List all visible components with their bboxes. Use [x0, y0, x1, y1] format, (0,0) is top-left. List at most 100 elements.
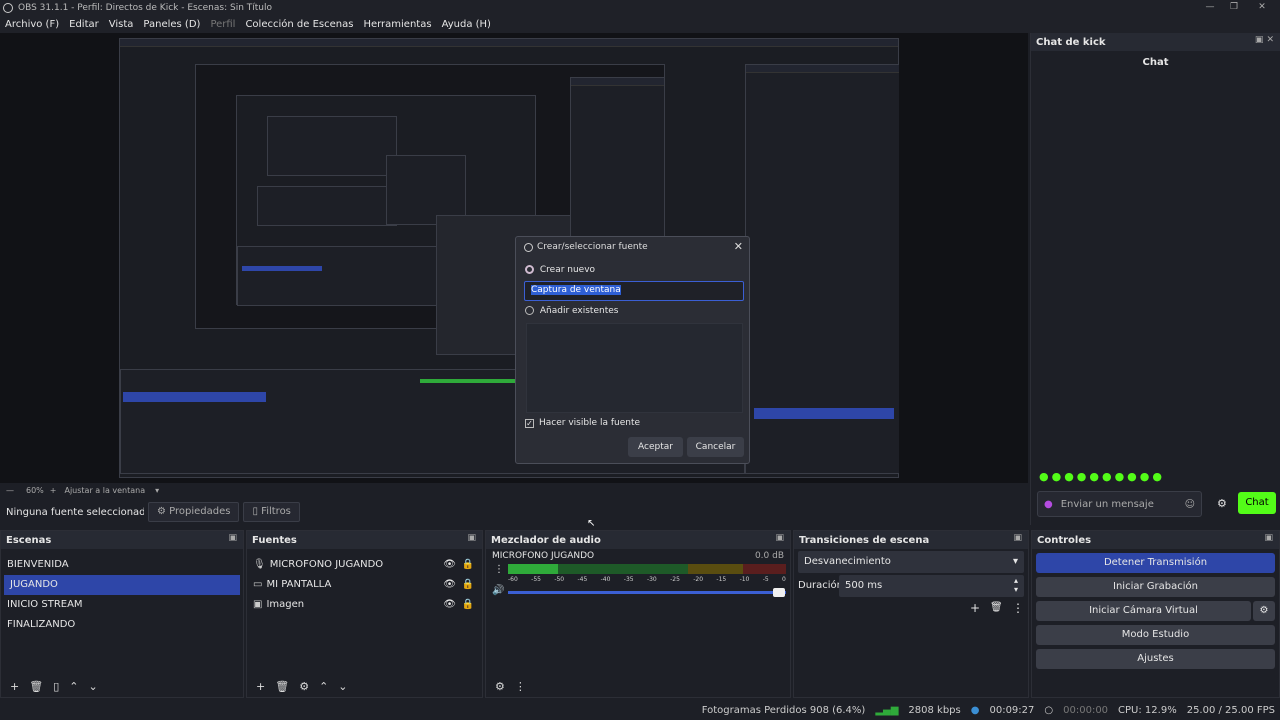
- menu-paneles[interactable]: Paneles (D): [143, 19, 200, 30]
- start-recording-button[interactable]: Iniciar Grabación: [1036, 577, 1275, 597]
- zoom-in-icon[interactable]: +: [50, 486, 57, 495]
- lock-icon[interactable]: 🔒: [462, 575, 474, 595]
- gear-icon[interactable]: ⚙: [299, 680, 309, 693]
- add-icon[interactable]: +: [256, 680, 265, 693]
- menu-perfil[interactable]: Perfil: [210, 19, 235, 30]
- menu-ayuda[interactable]: Ayuda (H): [442, 19, 491, 30]
- properties-bar: Ninguna fuente seleccionada ⚙ Propiedade…: [0, 500, 1028, 524]
- add-icon[interactable]: +: [10, 680, 19, 693]
- mixer-db-value: 0.0 dB: [754, 551, 784, 561]
- emote-icon-row[interactable]: ●●●●●●●●●●: [1039, 470, 1165, 483]
- stop-stream-button[interactable]: Detener Transmisión: [1036, 553, 1275, 573]
- dock-float-icon[interactable]: ▣: [1264, 533, 1273, 543]
- trash-icon[interactable]: 🗑: [275, 680, 289, 693]
- dock-float-icon[interactable]: ▣: [228, 533, 237, 543]
- bitrate: 2808 kbps: [908, 704, 961, 716]
- dialog-close-button[interactable]: ✕: [734, 240, 743, 253]
- menu-archivo[interactable]: Archivo (F): [5, 19, 59, 30]
- meter-tick-label: -35: [623, 576, 634, 583]
- virtual-camera-button[interactable]: Iniciar Cámara Virtual: [1036, 601, 1251, 621]
- dock-float-icon[interactable]: ▣: [467, 533, 476, 543]
- more-options-icon[interactable]: ⋮: [1012, 601, 1024, 615]
- menu-bar: Archivo (F) Editar Vista Paneles (D) Per…: [0, 15, 1280, 33]
- eye-icon[interactable]: 👁: [443, 575, 456, 595]
- checkbox-checked-icon[interactable]: ✓: [525, 418, 534, 428]
- transition-select[interactable]: Desvanecimiento ▾: [798, 551, 1024, 573]
- microphone-icon[interactable]: ●: [1044, 499, 1053, 510]
- speaker-icon[interactable]: 🔊: [492, 585, 504, 596]
- properties-button[interactable]: ⚙ Propiedades: [148, 502, 240, 522]
- mixer-settings-icon[interactable]: ⚙: [495, 680, 505, 693]
- virtual-camera-gear-icon[interactable]: ⚙: [1253, 601, 1275, 621]
- add-existing-option[interactable]: Añadir existentes: [525, 306, 618, 316]
- chat-send-button[interactable]: Chat: [1238, 492, 1276, 514]
- more-options-icon[interactable]: ⋮: [494, 564, 504, 575]
- fit-to-window-select[interactable]: Ajustar a la ventana: [64, 486, 145, 495]
- studio-mode-button[interactable]: Modo Estudio: [1036, 625, 1275, 645]
- filters-button[interactable]: ▯ Filtros: [243, 502, 300, 522]
- volume-slider[interactable]: [508, 591, 786, 594]
- meter-tick-label: -60: [508, 576, 518, 583]
- maximize-button[interactable]: ❐: [1220, 0, 1248, 15]
- meter-tick-label: -5: [762, 576, 769, 583]
- arrow-down-icon[interactable]: ⌄: [338, 680, 347, 693]
- arrow-up-icon[interactable]: ⌃: [69, 680, 78, 693]
- trash-icon[interactable]: 🗑: [990, 602, 1003, 613]
- scene-item[interactable]: BIENVENIDA: [1, 555, 243, 575]
- meter-tick-label: -55: [531, 576, 541, 583]
- chevron-down-icon[interactable]: ▾: [155, 486, 159, 495]
- settings-button[interactable]: Ajustes: [1036, 649, 1275, 669]
- menu-herramientas[interactable]: Herramientas: [363, 19, 431, 30]
- chat-message-input[interactable]: ● Enviar un mensaje ☺: [1037, 491, 1202, 517]
- dock-float-close-icon[interactable]: ▣ ✕: [1255, 35, 1274, 45]
- filter-icon[interactable]: ▯: [53, 680, 59, 693]
- chat-dock: Chat de kick ▣ ✕ Chat ●●●●●●●●●● ● Envia…: [1030, 33, 1280, 525]
- chevron-down-icon: ▾: [1012, 556, 1018, 567]
- zoom-bar: — 60% + Ajustar a la ventana ▾: [0, 483, 1028, 497]
- no-source-label: Ninguna fuente seleccionada: [6, 506, 144, 518]
- menu-vista[interactable]: Vista: [109, 19, 134, 30]
- dock-float-icon[interactable]: ▣: [1013, 533, 1022, 543]
- source-item[interactable]: 🎙 MICROFONO JUGANDO 👁 🔒: [247, 555, 482, 575]
- radio-icon[interactable]: [525, 306, 534, 315]
- meter-tick-label: 0: [782, 576, 786, 583]
- dock-float-icon[interactable]: ▣: [775, 533, 784, 543]
- emoji-icon[interactable]: ☺: [1185, 499, 1195, 510]
- microphone-icon: 🎙: [253, 559, 266, 570]
- source-item[interactable]: ▣ Imagen 👁 🔒: [247, 595, 482, 615]
- trash-icon[interactable]: 🗑: [29, 680, 43, 693]
- visible-checkbox-row[interactable]: ✓ Hacer visible la fuente: [525, 418, 640, 428]
- radio-selected-icon[interactable]: [525, 265, 534, 274]
- meter-ticks: -60 -55 -50 -45 -40 -35 -30 -25 -20 -15 -10 -5 0: [508, 576, 786, 586]
- lock-icon[interactable]: 🔒: [462, 555, 474, 575]
- chat-settings-gear-icon[interactable]: ⚙: [1217, 497, 1227, 510]
- menu-coleccion[interactable]: Colección de Escenas: [245, 19, 353, 30]
- eye-icon[interactable]: 👁: [443, 555, 456, 575]
- eye-icon[interactable]: 👁: [443, 595, 456, 615]
- close-window-button[interactable]: ✕: [1248, 0, 1276, 15]
- more-options-icon[interactable]: ⋮: [515, 680, 526, 693]
- source-name-input[interactable]: Captura de ventana: [524, 281, 744, 301]
- menu-editar[interactable]: Editar: [69, 19, 99, 30]
- accept-button[interactable]: Aceptar: [628, 437, 683, 457]
- scene-item[interactable]: FINALIZANDO: [1, 615, 243, 635]
- arrow-down-icon[interactable]: ⌄: [88, 680, 97, 693]
- volume-slider-handle[interactable]: [773, 588, 785, 597]
- image-icon: ▣: [253, 599, 263, 610]
- scene-item-selected[interactable]: JUGANDO: [4, 575, 240, 595]
- spin-arrows-icon[interactable]: ▴ ▾: [1014, 576, 1018, 594]
- zoom-out-icon[interactable]: —: [6, 486, 14, 495]
- source-item[interactable]: ▭ MI PANTALLA 👁 🔒: [247, 575, 482, 595]
- create-new-option[interactable]: Crear nuevo: [525, 265, 595, 275]
- preview-area[interactable]: Crear/seleccionar fuente ✕ Crear nuevo C…: [0, 33, 1028, 529]
- meter-tick-label: -50: [554, 576, 565, 583]
- lock-icon[interactable]: 🔒: [462, 595, 474, 615]
- meter-tick-label: -25: [670, 576, 680, 583]
- arrow-up-icon[interactable]: ⌃: [319, 680, 328, 693]
- add-icon[interactable]: +: [970, 601, 980, 615]
- preview-canvas[interactable]: [119, 38, 899, 478]
- cancel-button[interactable]: Cancelar: [687, 437, 744, 457]
- duration-input[interactable]: 500 ms ▴ ▾: [839, 575, 1024, 597]
- scene-item[interactable]: INICIO STREAM: [1, 595, 243, 615]
- existing-sources-list[interactable]: [526, 323, 743, 413]
